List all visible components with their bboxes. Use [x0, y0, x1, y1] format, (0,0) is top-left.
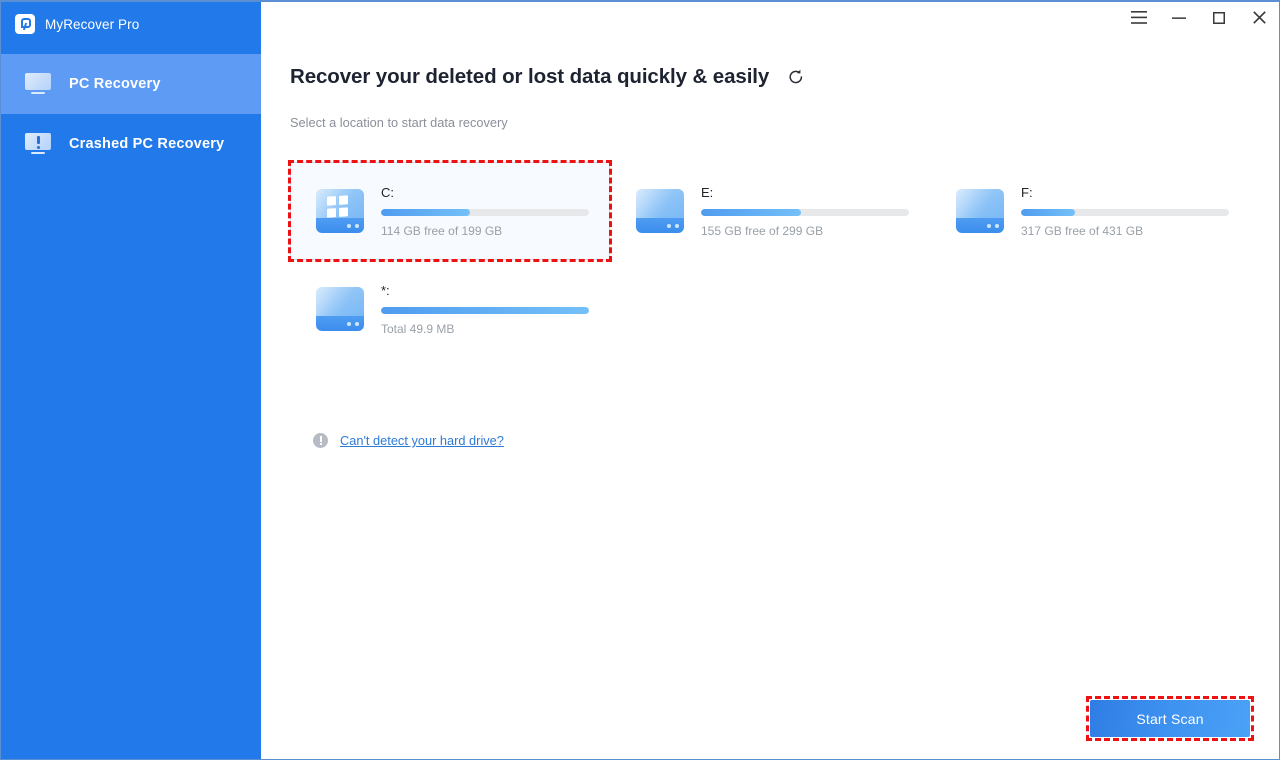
drive-usage-fill [381, 208, 471, 216]
app-brand: MyRecover Pro [1, 2, 261, 46]
drive-info: E: 155 GB free of 299 GB [701, 185, 909, 238]
drive-icon [953, 185, 1007, 237]
drive-usage-bar [381, 306, 589, 314]
drive-card-e[interactable]: E: 155 GB free of 299 GB [610, 162, 930, 260]
detect-help-row: Can't detect your hard drive? [313, 433, 504, 448]
drive-usage-bar [1021, 208, 1229, 216]
cant-detect-hard-drive-link[interactable]: Can't detect your hard drive? [340, 433, 504, 448]
sidebar-item-label: Crashed PC Recovery [69, 136, 225, 152]
drive-usage-fill [701, 208, 801, 216]
drive-usage-bar [701, 208, 909, 216]
maximize-icon[interactable] [1199, 2, 1239, 33]
drive-info: F: 317 GB free of 431 GB [1021, 185, 1229, 238]
hamburger-menu-icon[interactable] [1119, 2, 1159, 33]
drive-name: E: [701, 184, 714, 200]
monitor-icon [25, 73, 51, 95]
drive-name: C: [381, 184, 394, 200]
drive-card-star[interactable]: *: Total 49.9 MB [290, 260, 610, 358]
drive-info: *: Total 49.9 MB [381, 283, 589, 336]
sidebar-item-label: PC Recovery [69, 76, 161, 92]
drive-capacity-text: Total 49.9 MB [381, 321, 455, 336]
drive-icon [633, 185, 687, 237]
page-subtitle: Select a location to start data recovery [290, 115, 508, 130]
drive-name: F: [1021, 184, 1033, 200]
monitor-alert-icon [25, 133, 51, 155]
window-titlebar [261, 2, 1279, 33]
drive-name: *: [381, 282, 390, 298]
drive-info: C: 114 GB free of 199 GB [381, 185, 589, 238]
drive-capacity-text: 317 GB free of 431 GB [1021, 223, 1144, 238]
drive-capacity-text: 155 GB free of 299 GB [701, 223, 824, 238]
drive-usage-bar [381, 208, 589, 216]
drive-card-c[interactable]: C: 114 GB free of 199 GB [288, 160, 612, 262]
headline-row: Recover your deleted or lost data quickl… [290, 65, 807, 89]
application-window: MyRecover Pro PC Recovery Crashed PC Rec… [0, 0, 1280, 760]
app-logo-icon [15, 14, 35, 34]
sidebar-item-crashed-pc-recovery[interactable]: Crashed PC Recovery [1, 114, 261, 174]
refresh-icon[interactable] [785, 66, 807, 88]
drive-capacity-text: 114 GB free of 199 GB [381, 223, 503, 238]
sidebar-item-pc-recovery[interactable]: PC Recovery [1, 54, 261, 114]
start-scan-wrapper: Start Scan [1086, 696, 1254, 741]
drive-icon [313, 283, 367, 335]
main-content: Recover your deleted or lost data quickl… [261, 33, 1279, 759]
page-title: Recover your deleted or lost data quickl… [290, 65, 770, 88]
drive-usage-fill [1021, 208, 1076, 216]
drive-usage-fill [381, 306, 589, 314]
minimize-icon[interactable] [1159, 2, 1199, 33]
windows-drive-icon [313, 185, 367, 237]
close-icon[interactable] [1239, 2, 1279, 33]
app-title: MyRecover Pro [45, 16, 140, 32]
drive-card-f[interactable]: F: 317 GB free of 431 GB [930, 162, 1250, 260]
drive-list: C: 114 GB free of 199 GB E: 155 GB free … [288, 160, 1250, 358]
start-scan-button[interactable]: Start Scan [1090, 700, 1250, 737]
sidebar: MyRecover Pro PC Recovery Crashed PC Rec… [1, 2, 261, 759]
exclamation-circle-icon [313, 433, 328, 448]
sidebar-nav: PC Recovery Crashed PC Recovery [1, 54, 261, 174]
